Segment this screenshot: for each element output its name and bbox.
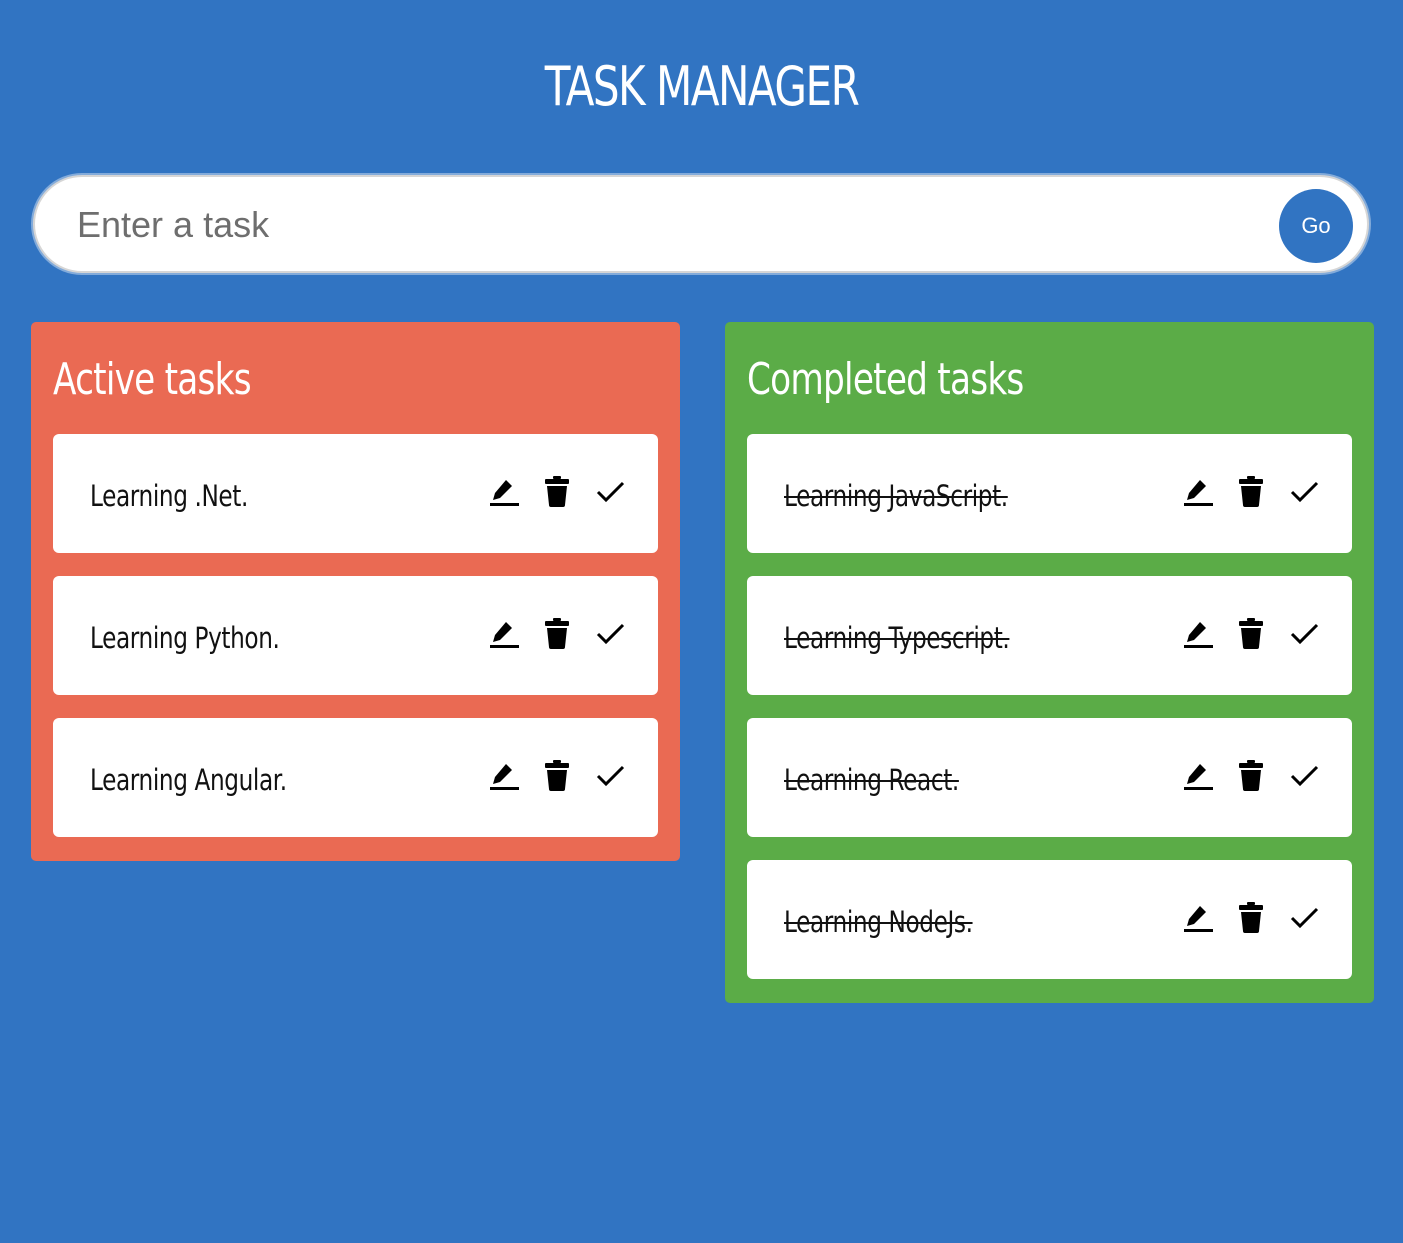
trash-icon[interactable]: [542, 474, 576, 508]
trash-icon[interactable]: [542, 616, 576, 650]
check-icon[interactable]: [593, 474, 627, 508]
check-icon[interactable]: [1287, 758, 1321, 792]
trash-icon[interactable]: [1236, 474, 1270, 508]
task-label: Learning Typescript.: [784, 621, 1010, 655]
page-title: TASK MANAGER: [544, 55, 860, 118]
task-card: Learning .Net.: [53, 434, 658, 553]
go-button[interactable]: Go: [1279, 189, 1353, 263]
trash-icon[interactable]: [1236, 900, 1270, 934]
task-label: Learning JavaScript.: [784, 479, 1008, 513]
task-label: Learning Angular.: [90, 763, 287, 797]
check-icon[interactable]: [1287, 900, 1321, 934]
pencil-icon[interactable]: [487, 474, 521, 508]
active-tasks-title: Active tasks: [53, 354, 252, 405]
pencil-icon[interactable]: [487, 758, 521, 792]
check-icon[interactable]: [593, 758, 627, 792]
task-card: Learning React.: [747, 718, 1352, 837]
task-card: Learning Typescript.: [747, 576, 1352, 695]
completed-tasks-panel: Completed tasks Learning JavaScript. Lea…: [725, 322, 1374, 1003]
check-icon[interactable]: [593, 616, 627, 650]
trash-icon[interactable]: [1236, 616, 1270, 650]
task-label: Learning NodeJs.: [784, 905, 973, 939]
pencil-icon[interactable]: [1181, 474, 1215, 508]
check-icon[interactable]: [1287, 616, 1321, 650]
task-input[interactable]: [77, 195, 1257, 255]
task-card: Learning Python.: [53, 576, 658, 695]
task-label: Learning Python.: [90, 621, 280, 655]
task-card: Learning Angular.: [53, 718, 658, 837]
pencil-icon[interactable]: [487, 616, 521, 650]
active-tasks-panel: Active tasks Learning .Net. Learning Pyt…: [31, 322, 680, 861]
check-icon[interactable]: [1287, 474, 1321, 508]
task-label: Learning React.: [784, 763, 959, 797]
pencil-icon[interactable]: [1181, 758, 1215, 792]
pencil-icon[interactable]: [1181, 900, 1215, 934]
trash-icon[interactable]: [542, 758, 576, 792]
task-entry-bar: Go: [33, 175, 1369, 273]
trash-icon[interactable]: [1236, 758, 1270, 792]
pencil-icon[interactable]: [1181, 616, 1215, 650]
task-card: Learning NodeJs.: [747, 860, 1352, 979]
task-label: Learning .Net.: [90, 479, 248, 513]
completed-tasks-title: Completed tasks: [747, 354, 1024, 405]
task-card: Learning JavaScript.: [747, 434, 1352, 553]
